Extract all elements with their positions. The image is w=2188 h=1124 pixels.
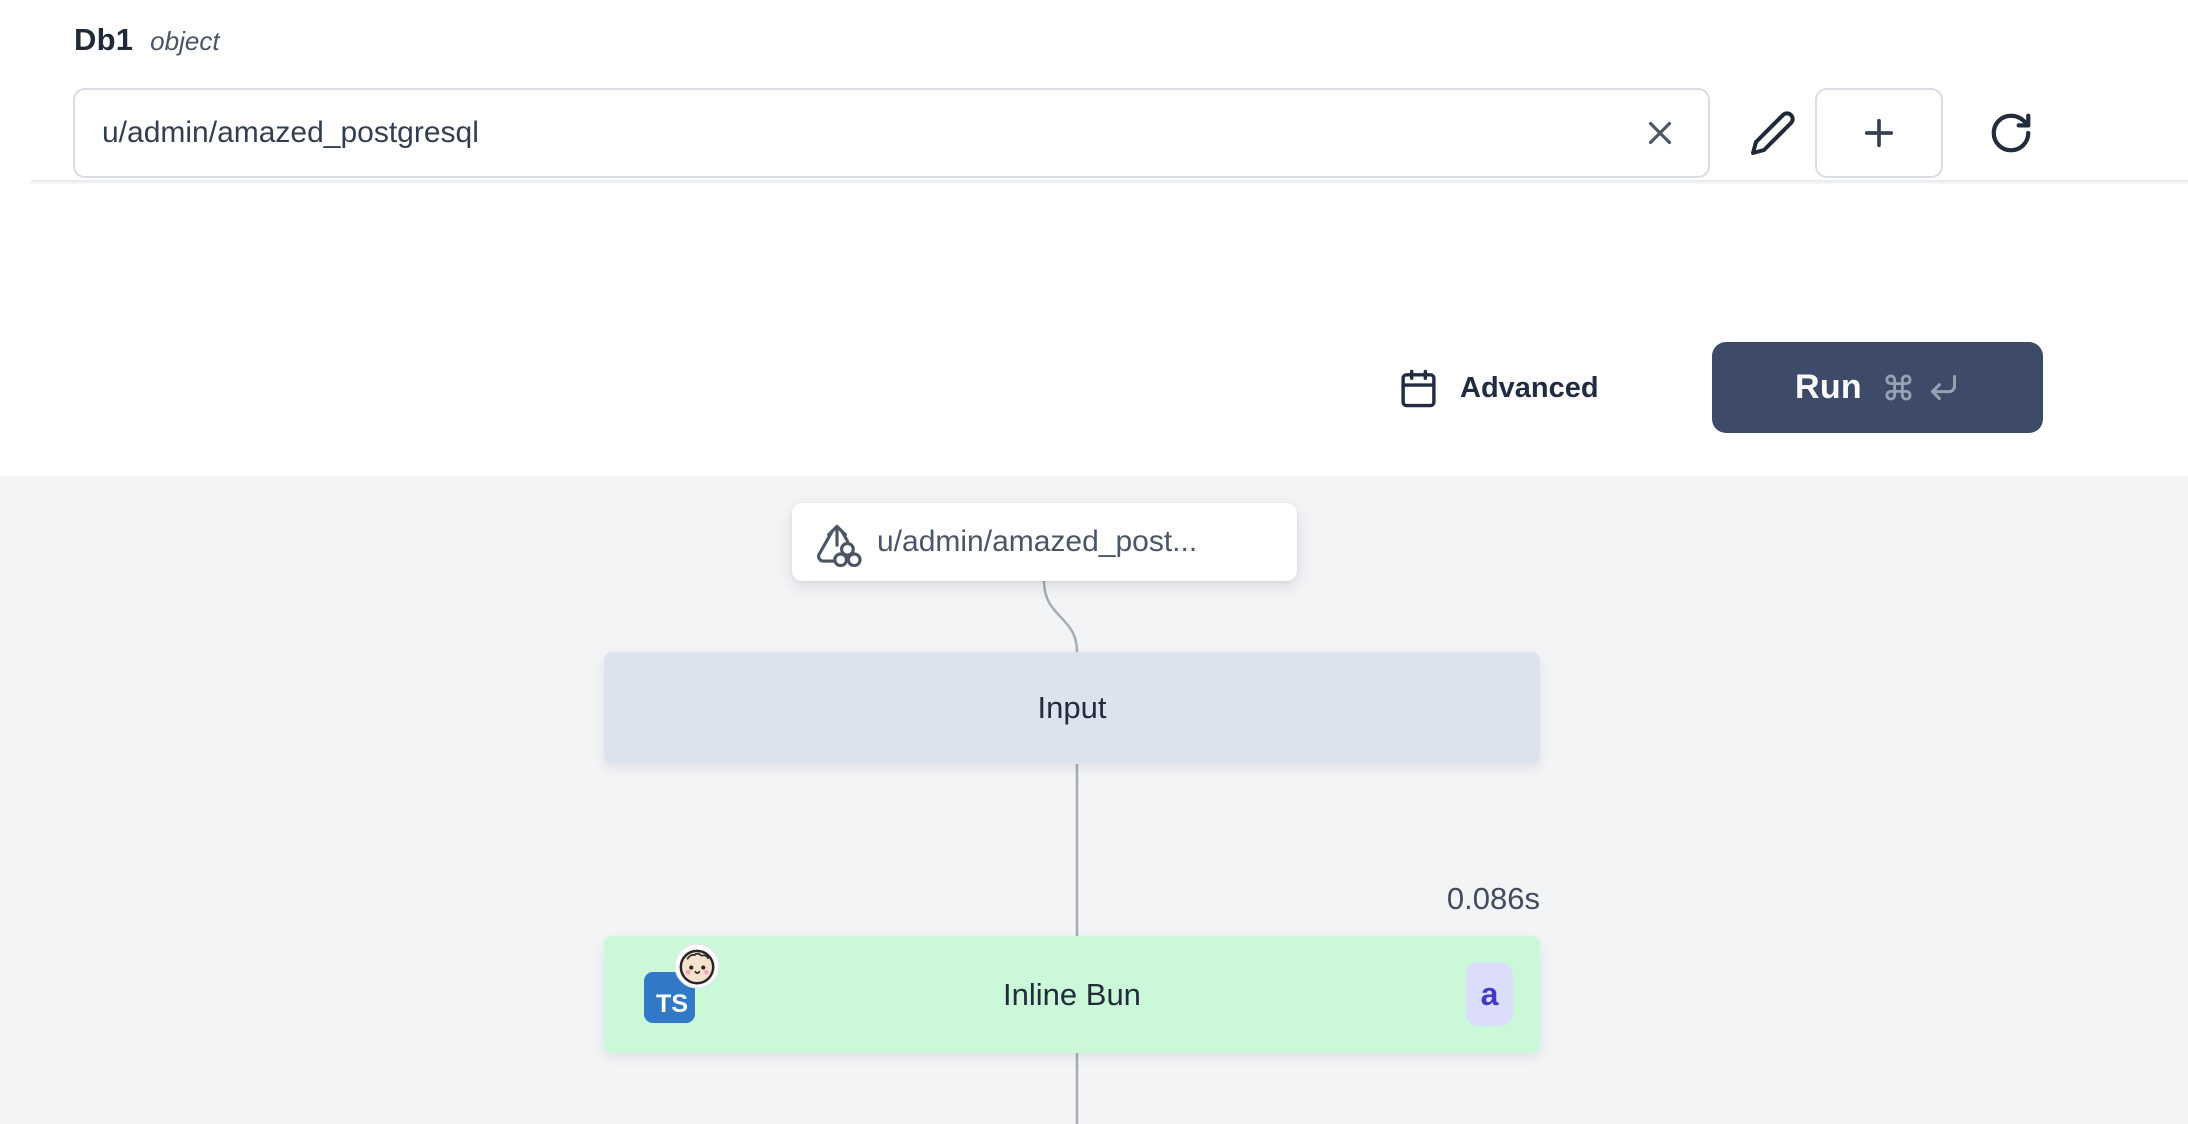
- inline-bun-node-label: Inline Bun: [1003, 977, 1141, 1013]
- add-resource-button[interactable]: [1815, 88, 1943, 178]
- edit-resource-button[interactable]: [1738, 98, 1808, 168]
- x-icon: [1641, 114, 1679, 152]
- resource-icon: [812, 517, 862, 567]
- flow-test-panel: Db1 object Advanced Run: [0, 0, 2188, 1124]
- calendar-icon: [1398, 368, 1439, 409]
- corner-down-left-icon: [1927, 371, 1960, 404]
- field-name-label: Db1: [74, 22, 133, 58]
- typescript-icon-label: TS: [656, 990, 688, 1019]
- run-label: Run: [1795, 368, 1862, 407]
- plus-icon: [1858, 112, 1900, 154]
- flow-node-inline-bun[interactable]: TS Inline Bun a: [604, 936, 1540, 1053]
- advanced-button[interactable]: Advanced: [1398, 352, 1599, 424]
- field-type-label: object: [150, 26, 219, 57]
- resource-pill-label: u/admin/amazed_post...: [877, 525, 1197, 559]
- refresh-resource-button[interactable]: [1978, 100, 2044, 166]
- pencil-icon: [1749, 109, 1797, 157]
- input-node-label: Input: [1038, 690, 1107, 726]
- flow-canvas[interactable]: u/admin/amazed_post... Input 0.086s TS: [0, 476, 2188, 1124]
- run-button[interactable]: Run: [1712, 342, 2043, 433]
- rotate-cw-icon: [1988, 110, 2034, 156]
- command-icon: [1883, 372, 1914, 403]
- step-duration: 0.086s: [1240, 881, 1540, 917]
- clear-input-button[interactable]: [1628, 101, 1692, 165]
- field-label-row: Db1 object: [74, 22, 220, 58]
- section-divider: [30, 180, 2188, 184]
- advanced-label: Advanced: [1460, 372, 1599, 405]
- bun-icon: [674, 943, 720, 989]
- step-id-badge: a: [1466, 962, 1513, 1026]
- resource-pill[interactable]: u/admin/amazed_post...: [792, 503, 1297, 581]
- flow-node-input[interactable]: Input: [604, 652, 1540, 764]
- resource-path-input[interactable]: [73, 88, 1710, 178]
